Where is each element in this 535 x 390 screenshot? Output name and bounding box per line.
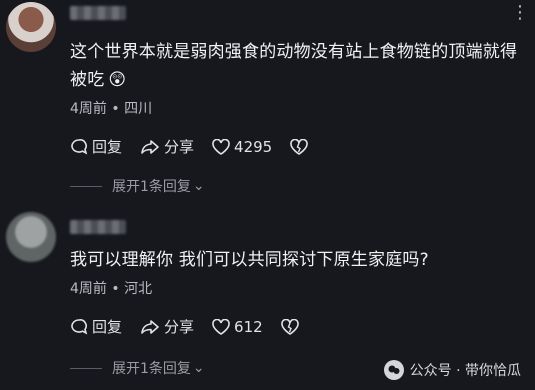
dislike-button[interactable] [280, 318, 303, 335]
comment-meta: 4周前 • 四川 [70, 101, 153, 117]
divider-line [70, 367, 102, 369]
expand-replies[interactable]: 展开1条回复 ⌄ [70, 176, 205, 196]
broken-heart-icon [290, 138, 309, 155]
heart-icon [212, 318, 230, 335]
reply-label: 回复 [92, 138, 123, 156]
like-count: 4295 [234, 137, 273, 156]
comment-text: 这个世界本就是弱肉强食的动物没有站上食物链的顶端就得被吃 😲 [70, 38, 525, 94]
reply-button[interactable]: 回复 [70, 316, 122, 337]
divider-line [70, 185, 102, 187]
expand-replies-label: 展开1条回复 [112, 179, 191, 195]
share-button[interactable]: 分享 [140, 136, 194, 157]
avatar[interactable] [6, 2, 56, 52]
chevron-down-icon: ⌄ [192, 360, 205, 376]
comment-actions: 回复 分享 612 [70, 316, 321, 337]
username-blurred[interactable] [70, 6, 126, 20]
chevron-down-icon: ⌄ [192, 178, 205, 194]
comment-text: 我可以理解你 我们可以共同探讨下原生家庭吗? [70, 250, 429, 270]
avatar[interactable] [6, 212, 56, 262]
watermark-text: 公众号 · 带你恰瓜 [409, 363, 521, 379]
share-icon [141, 319, 159, 334]
share-icon [141, 139, 159, 154]
like-button[interactable]: 612 [212, 318, 263, 336]
like-button[interactable]: 4295 [212, 138, 272, 156]
reply-button[interactable]: 回复 [70, 136, 122, 157]
reply-icon [71, 318, 88, 335]
share-label: 分享 [164, 138, 195, 156]
expand-replies[interactable]: 展开1条回复 ⌄ [70, 358, 205, 378]
reply-label: 回复 [92, 318, 123, 336]
shocked-emoji: 😲 [108, 70, 127, 90]
reply-icon [71, 138, 88, 155]
broken-heart-icon [280, 318, 299, 335]
like-count: 612 [234, 317, 263, 336]
dislike-button[interactable] [290, 138, 312, 155]
share-label: 分享 [164, 318, 195, 336]
username-blurred[interactable] [70, 220, 126, 234]
watermark: 公众号 · 带你恰瓜 [383, 360, 521, 380]
share-button[interactable]: 分享 [140, 316, 194, 337]
wechat-official-account-icon [383, 360, 404, 380]
more-options-icon[interactable]: ⋮ [511, 4, 529, 22]
expand-replies-label: 展开1条回复 [112, 361, 191, 377]
comment-meta: 4周前 • 河北 [70, 281, 153, 297]
comment-actions: 回复 分享 4295 [70, 136, 330, 157]
comment-text-body: 这个世界本就是弱肉强食的动物没有站上食物链的顶端就得被吃 [70, 42, 518, 90]
heart-icon [212, 138, 230, 155]
